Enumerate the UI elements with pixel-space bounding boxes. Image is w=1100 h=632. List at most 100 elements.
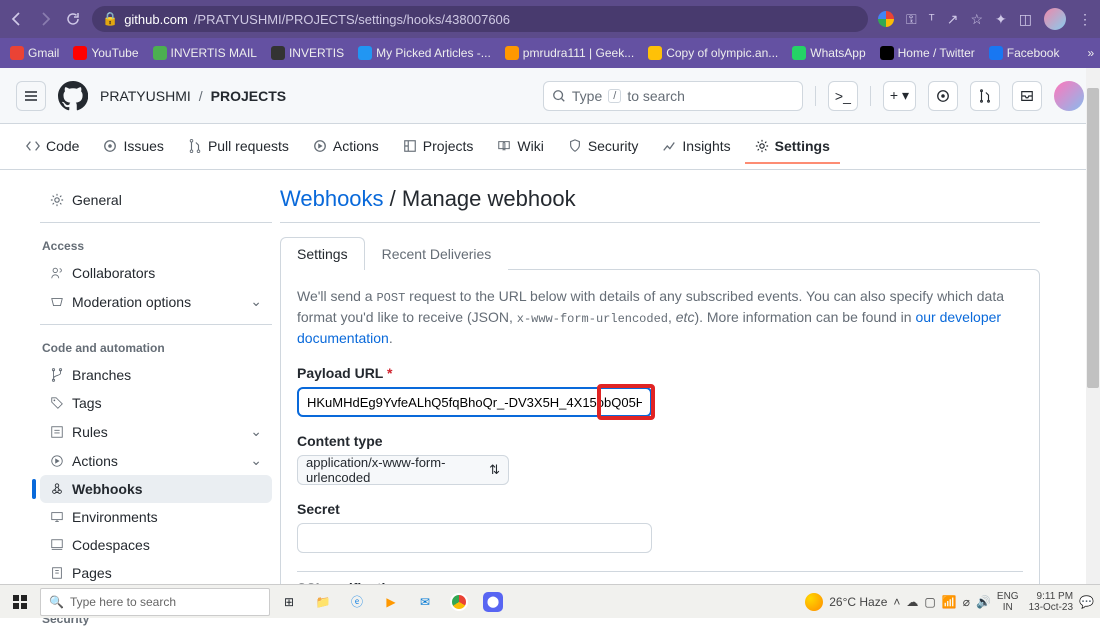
tray-chevron-icon[interactable]: ˄: [893, 595, 900, 609]
gmail-icon: [10, 46, 24, 60]
discord-icon[interactable]: ⬤: [480, 589, 506, 615]
browser-right-icons: ⚿ ᵀ ↗ ☆ ✦ ◫ ⋮: [878, 8, 1092, 30]
sidebar-item-actions[interactable]: Actions⌄: [40, 446, 272, 475]
tab-issues[interactable]: Issues: [93, 130, 173, 164]
bookmark-olympic[interactable]: Copy of olympic.an...: [648, 46, 778, 60]
edge-icon[interactable]: ⓔ: [344, 589, 370, 615]
content-area: Webhooks / Manage webhook Settings Recen…: [280, 170, 1100, 584]
forward-button[interactable]: [36, 10, 54, 28]
key-icon[interactable]: ⚿: [906, 11, 917, 28]
tab-code[interactable]: Code: [16, 130, 89, 164]
payload-url-input[interactable]: [297, 387, 652, 417]
bluetooth-icon[interactable]: ⌀: [963, 595, 970, 609]
sidebar-item-branches[interactable]: Branches: [40, 361, 272, 389]
start-button[interactable]: [6, 588, 34, 616]
sidebar-item-pages[interactable]: Pages: [40, 559, 272, 587]
outlook-icon[interactable]: ✉: [412, 589, 438, 615]
translate-icon[interactable]: ᵀ: [929, 11, 935, 27]
sidebar-item-environments[interactable]: Environments: [40, 503, 272, 531]
issues-button[interactable]: [928, 81, 958, 111]
google-icon[interactable]: [878, 11, 894, 27]
chevron-down-icon: ⌄: [250, 452, 262, 469]
bookmark-facebook[interactable]: Facebook: [989, 46, 1060, 60]
battery-icon[interactable]: ▢: [924, 595, 935, 609]
command-button[interactable]: >_: [828, 81, 858, 111]
webhook-tab-settings[interactable]: Settings: [280, 237, 365, 270]
volume-icon[interactable]: 🔊: [976, 595, 991, 609]
panel-icon[interactable]: ◫: [1019, 11, 1032, 28]
tab-security[interactable]: Security: [558, 130, 649, 164]
profile-avatar[interactable]: [1044, 8, 1066, 30]
weather-icon[interactable]: [805, 593, 823, 611]
secret-label: Secret: [297, 501, 1023, 517]
address-bar[interactable]: 🔒 github.com/PRATYUSHMI/PROJECTS/setting…: [92, 6, 868, 32]
webhooks-link[interactable]: Webhooks: [280, 186, 384, 211]
share-icon[interactable]: ↗: [947, 11, 959, 28]
bookmark-pmrudra[interactable]: pmrudra111 | Geek...: [505, 46, 634, 60]
bookmark-youtube[interactable]: YouTube: [73, 46, 138, 60]
geek-icon: [505, 46, 519, 60]
repo-tabs: Code Issues Pull requests Actions Projec…: [0, 124, 1100, 170]
pulls-button[interactable]: [970, 81, 1000, 111]
bookmark-whatsapp[interactable]: WhatsApp: [792, 46, 865, 60]
back-button[interactable]: [8, 10, 26, 28]
bookmark-gmail[interactable]: Gmail: [10, 46, 59, 60]
bookmark-picked[interactable]: My Picked Articles -...: [358, 46, 491, 60]
whatsapp-icon: [792, 46, 806, 60]
content-type-select[interactable]: application/x-www-form-urlencoded⇅: [297, 455, 509, 485]
media-icon[interactable]: ▶: [378, 589, 404, 615]
tab-settings[interactable]: Settings: [745, 130, 840, 164]
bookmark-invertis[interactable]: INVERTIS: [271, 46, 344, 60]
star-icon[interactable]: ☆: [970, 11, 983, 28]
scrollbar[interactable]: [1086, 68, 1100, 584]
tab-wiki[interactable]: Wiki: [487, 130, 553, 164]
tab-pulls[interactable]: Pull requests: [178, 130, 299, 164]
github-logo[interactable]: [58, 81, 88, 111]
sidebar-item-webhooks[interactable]: Webhooks: [40, 475, 272, 503]
language-indicator[interactable]: ENGIN: [997, 591, 1019, 613]
onedrive-icon[interactable]: ☁: [906, 595, 918, 609]
inbox-button[interactable]: [1012, 81, 1042, 111]
bookmarks-overflow[interactable]: »: [1087, 46, 1094, 60]
breadcrumb-repo[interactable]: PROJECTS: [211, 88, 286, 104]
hamburger-button[interactable]: [16, 81, 46, 111]
create-button[interactable]: + ▾: [883, 81, 916, 111]
sidebar-item-moderation[interactable]: Moderation options⌄: [40, 287, 272, 316]
search-input[interactable]: Type / to search: [543, 81, 803, 111]
facebook-icon: [989, 46, 1003, 60]
explorer-icon[interactable]: 📁: [310, 589, 336, 615]
tab-projects[interactable]: Projects: [393, 130, 484, 164]
menu-icon[interactable]: ⋮: [1078, 11, 1092, 28]
sidebar-item-collaborators[interactable]: Collaborators: [40, 259, 272, 287]
notifications-icon[interactable]: 💬: [1079, 595, 1094, 609]
sidebar-item-general[interactable]: General: [40, 186, 272, 214]
select-caret-icon: ⇅: [489, 462, 500, 478]
task-view-icon[interactable]: ⊞: [276, 589, 302, 615]
clock[interactable]: 9:11 PM13-Oct-23: [1029, 591, 1073, 613]
sidebar-item-tags[interactable]: Tags: [40, 389, 272, 417]
weather-text[interactable]: 26°C Haze: [829, 595, 887, 609]
sidebar-group-codeauto: Code and automation: [40, 335, 272, 361]
extensions-icon[interactable]: ✦: [995, 11, 1007, 28]
search-icon: 🔍: [49, 595, 64, 609]
bookmark-invertis-mail[interactable]: INVERTIS MAIL: [153, 46, 257, 60]
chrome-icon[interactable]: [446, 589, 472, 615]
bookmark-twitter[interactable]: Home / Twitter: [880, 46, 975, 60]
sidebar-item-codespaces[interactable]: Codespaces: [40, 531, 272, 559]
webhook-tab-recent[interactable]: Recent Deliveries: [365, 237, 509, 270]
breadcrumb-sep: /: [199, 88, 203, 104]
scrollbar-thumb[interactable]: [1087, 88, 1099, 388]
link-icon: [648, 46, 662, 60]
reload-button[interactable]: [64, 10, 82, 28]
secret-input[interactable]: [297, 523, 652, 553]
webhook-panel: We'll send a POST request to the URL bel…: [280, 269, 1040, 584]
user-avatar[interactable]: [1054, 81, 1084, 111]
sidebar-group-access: Access: [40, 233, 272, 259]
tab-insights[interactable]: Insights: [652, 130, 740, 164]
taskbar-search[interactable]: 🔍Type here to search: [40, 588, 270, 616]
site-icon: [271, 46, 285, 60]
tab-actions[interactable]: Actions: [303, 130, 389, 164]
sidebar-item-rules[interactable]: Rules⌄: [40, 417, 272, 446]
breadcrumb-owner[interactable]: PRATYUSHMI: [100, 88, 191, 104]
wifi-icon[interactable]: 📶: [942, 595, 957, 609]
